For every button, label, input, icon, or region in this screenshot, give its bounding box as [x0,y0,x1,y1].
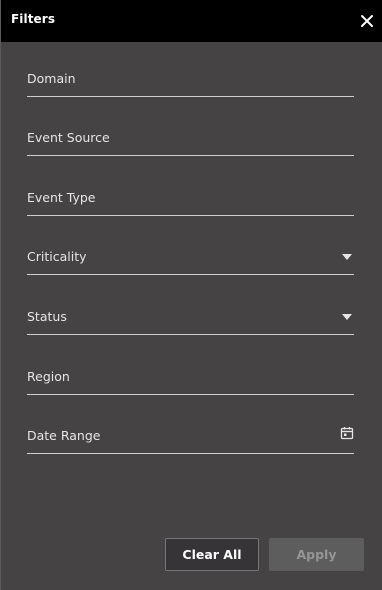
event-source-label: Event Source [27,130,110,145]
status-label: Status [27,309,67,324]
filters-header: Filters [1,0,382,42]
caret-down-icon [342,314,352,320]
status-select[interactable]: Status [27,295,354,335]
region-field[interactable]: Region [27,355,354,395]
event-source-field[interactable]: Event Source [27,116,354,156]
date-range-field[interactable]: Date Range [27,414,354,454]
caret-down-icon [342,254,352,260]
panel-title: Filters [11,12,56,26]
close-icon[interactable] [357,11,377,31]
calendar-icon[interactable] [340,426,354,440]
filters-panel: Filters Domain Event Source Event Type C… [0,0,382,590]
event-type-field[interactable]: Event Type [27,176,354,216]
criticality-label: Criticality [27,249,87,264]
event-type-label: Event Type [27,190,96,205]
domain-field[interactable]: Domain [27,57,354,97]
region-label: Region [27,369,70,384]
domain-label: Domain [27,71,76,86]
date-range-label: Date Range [27,428,101,443]
criticality-select[interactable]: Criticality [27,235,354,275]
clear-all-button[interactable]: Clear All [165,538,259,571]
apply-button[interactable]: Apply [269,538,364,571]
